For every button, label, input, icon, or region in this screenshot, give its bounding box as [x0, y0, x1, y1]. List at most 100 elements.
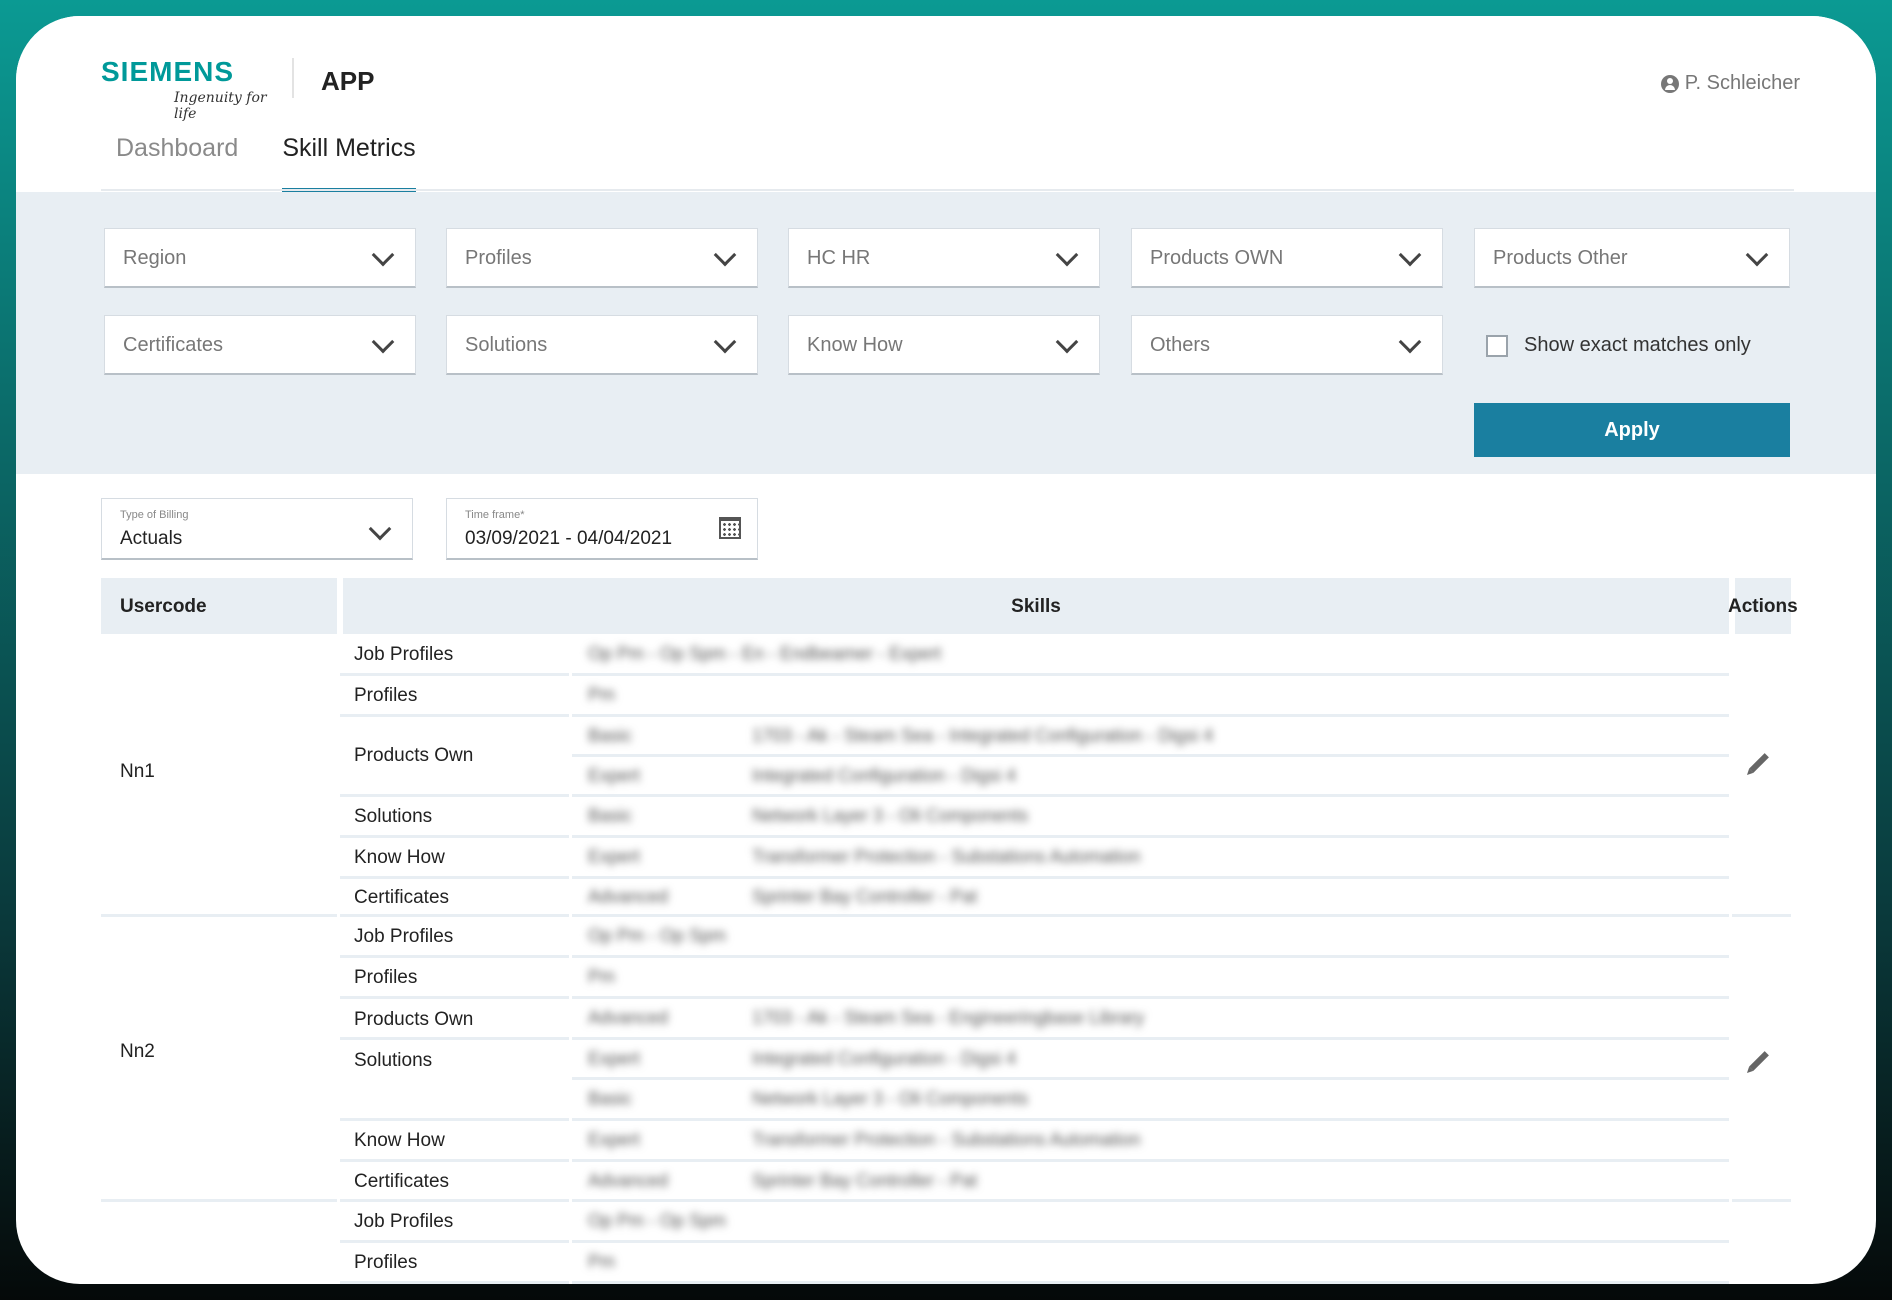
siemens-logo: SIEMENS Ingenuity for life [101, 56, 291, 122]
skill-row: Op Pm - Op Spm - En - Endbeamer - Expert [572, 634, 1729, 676]
category-label: Certificates [354, 887, 450, 908]
solutions-dropdown-label: Solutions [465, 334, 548, 356]
logo-wordmark: SIEMENS [101, 56, 235, 87]
skill-text: Sprinter Bay Controller - Pat [752, 1170, 978, 1190]
category-label: Profiles [354, 1252, 418, 1273]
header-skills-label: Skills [1011, 596, 1061, 617]
user-menu[interactable]: P. Schleicher [1660, 72, 1800, 95]
category-cell: Job Profiles [340, 634, 569, 676]
category-label: Job Profiles [354, 1211, 454, 1232]
usercode-value: Nn1 [120, 761, 155, 782]
hc-hr-dropdown-label: HC HR [807, 247, 871, 269]
category-cell: Products Own [340, 999, 569, 1040]
category-cell: Solutions [340, 797, 569, 838]
chevron-down-icon [1398, 243, 1422, 267]
tab-skill-metrics[interactable]: Skill Metrics [282, 134, 417, 192]
skill-row: Advanced Sprinter Bay Controller - Pat [572, 1162, 1729, 1202]
region-dropdown-label: Region [123, 247, 187, 269]
chevron-down-icon [1055, 330, 1079, 354]
category-label: Profiles [354, 685, 418, 706]
know-how-dropdown[interactable]: Know How [788, 315, 1100, 375]
chevron-down-icon [1055, 243, 1079, 267]
user-name: P. Schleicher [1684, 72, 1800, 94]
products-other-dropdown[interactable]: Products Other [1474, 228, 1790, 288]
skill-level: Op Pm - Op Spm [588, 925, 727, 946]
exact-matches-toggle[interactable]: Show exact matches only [1486, 334, 1751, 357]
skill-text: Sprinter Bay Controller - Pat [752, 886, 978, 906]
skill-level: Pm [588, 684, 615, 705]
skill-row: Expert Integrated Configuration - Digsi 4 [572, 757, 1729, 797]
skill-level: Op Pm - Op Spm [588, 1210, 727, 1231]
category-cell: Profiles [340, 958, 569, 999]
products-other-dropdown-label: Products Other [1493, 247, 1628, 269]
header-usercode: Usercode [101, 578, 337, 634]
billing-type-select[interactable]: Type of Billing Actuals [101, 498, 413, 560]
category-cell: Certificates [340, 879, 569, 917]
skill-level: Advanced [588, 1007, 669, 1028]
solutions-dropdown[interactable]: Solutions [446, 315, 758, 375]
exact-matches-checkbox[interactable] [1486, 334, 1508, 357]
skill-row: Basic Network Layer 3 - Oli Components [572, 1080, 1729, 1121]
actions-cell [1732, 917, 1791, 1202]
app-title: APP [321, 66, 375, 96]
app-screen: SIEMENS Ingenuity for life APP P. Schlei… [16, 16, 1876, 1284]
category-cell: Know How [340, 1121, 569, 1162]
category-label: Know How [354, 847, 445, 868]
billing-type-value: Actuals [120, 528, 183, 549]
skill-text: Integrated Configuration - Digsi 4 [752, 765, 1017, 785]
category-label: Solutions [354, 1050, 433, 1071]
category-label: Certificates [354, 1171, 450, 1192]
skill-level: Op Pm - Op Spm - En - Endbeamer - Expert [588, 643, 942, 663]
category-cell: Profiles [340, 1243, 569, 1284]
edit-pencil-icon[interactable] [1749, 1051, 1769, 1071]
chevron-down-icon [713, 330, 737, 354]
skill-level: Pm [588, 1251, 615, 1272]
hc-hr-dropdown[interactable]: HC HR [788, 228, 1100, 288]
billing-type-caption: Type of Billing [120, 509, 189, 521]
skill-row: Advanced Sprinter Bay Controller - Pat [572, 879, 1729, 917]
actions-cell [1732, 1202, 1791, 1284]
tab-bar: Dashboard Skill Metrics [116, 134, 460, 192]
actions-cell [1732, 634, 1791, 917]
chevron-down-icon [371, 243, 395, 267]
category-cell: Know How [340, 838, 569, 879]
usercode-cell: Nn1 [101, 634, 337, 917]
skill-level: Advanced [588, 1170, 669, 1190]
category-cell: Job Profiles [340, 917, 569, 958]
category-label: Solutions [354, 806, 433, 827]
calendar-icon[interactable] [719, 517, 741, 539]
skill-row: Expert Transformer Protection - Substatio… [572, 1121, 1729, 1162]
header-actions: Actions [1728, 578, 1798, 634]
timeframe-picker[interactable]: Time frame* 03/09/2021 - 04/04/2021 [446, 498, 758, 560]
certificates-dropdown[interactable]: Certificates [104, 315, 416, 375]
filter-panel: Region Profiles HC HR Products OWN Produ… [16, 192, 1876, 474]
skill-text: 1703 - Ak - Steam Sea - Engineeringbase … [752, 1007, 1145, 1028]
profiles-dropdown-label: Profiles [465, 247, 532, 269]
skill-level: Basic [588, 725, 633, 745]
apply-button[interactable]: Apply [1474, 403, 1790, 457]
certificates-dropdown-label: Certificates [123, 334, 224, 356]
region-dropdown[interactable]: Region [104, 228, 416, 288]
skills-table: Usercode Skills Actions Nn1 Job Profiles… [101, 578, 1798, 1284]
skill-row: Advanced 1703 - Ak - Steam Sea - Engineer… [572, 999, 1729, 1040]
skill-level: Basic [588, 805, 633, 826]
skill-level: Pm [588, 966, 615, 987]
skill-row: Basic Network Layer 3 - Oli Components [572, 797, 1729, 838]
header-skills: Skills [340, 578, 1729, 634]
tab-dashboard[interactable]: Dashboard [116, 134, 238, 192]
edit-pencil-icon[interactable] [1749, 753, 1769, 773]
category-cell: Certificates [340, 1162, 569, 1202]
category-cell: Profiles [340, 676, 569, 717]
profiles-dropdown[interactable]: Profiles [446, 228, 758, 288]
skill-row: Expert Integrated Configuration - Digsi 4 [572, 1040, 1729, 1080]
skill-text: Transformer Protection - Substations Aut… [752, 846, 1141, 867]
products-own-dropdown[interactable]: Products OWN [1131, 228, 1443, 288]
category-label: Job Profiles [354, 644, 454, 665]
usercode-cell [101, 1202, 337, 1284]
others-dropdown[interactable]: Others [1131, 315, 1443, 375]
user-circle-icon [1660, 74, 1679, 93]
timeframe-caption: Time frame* [465, 509, 525, 521]
category-label: Job Profiles [354, 926, 454, 947]
usercode-value: Nn2 [120, 1041, 155, 1062]
category-cell: Solutions [340, 1040, 569, 1121]
